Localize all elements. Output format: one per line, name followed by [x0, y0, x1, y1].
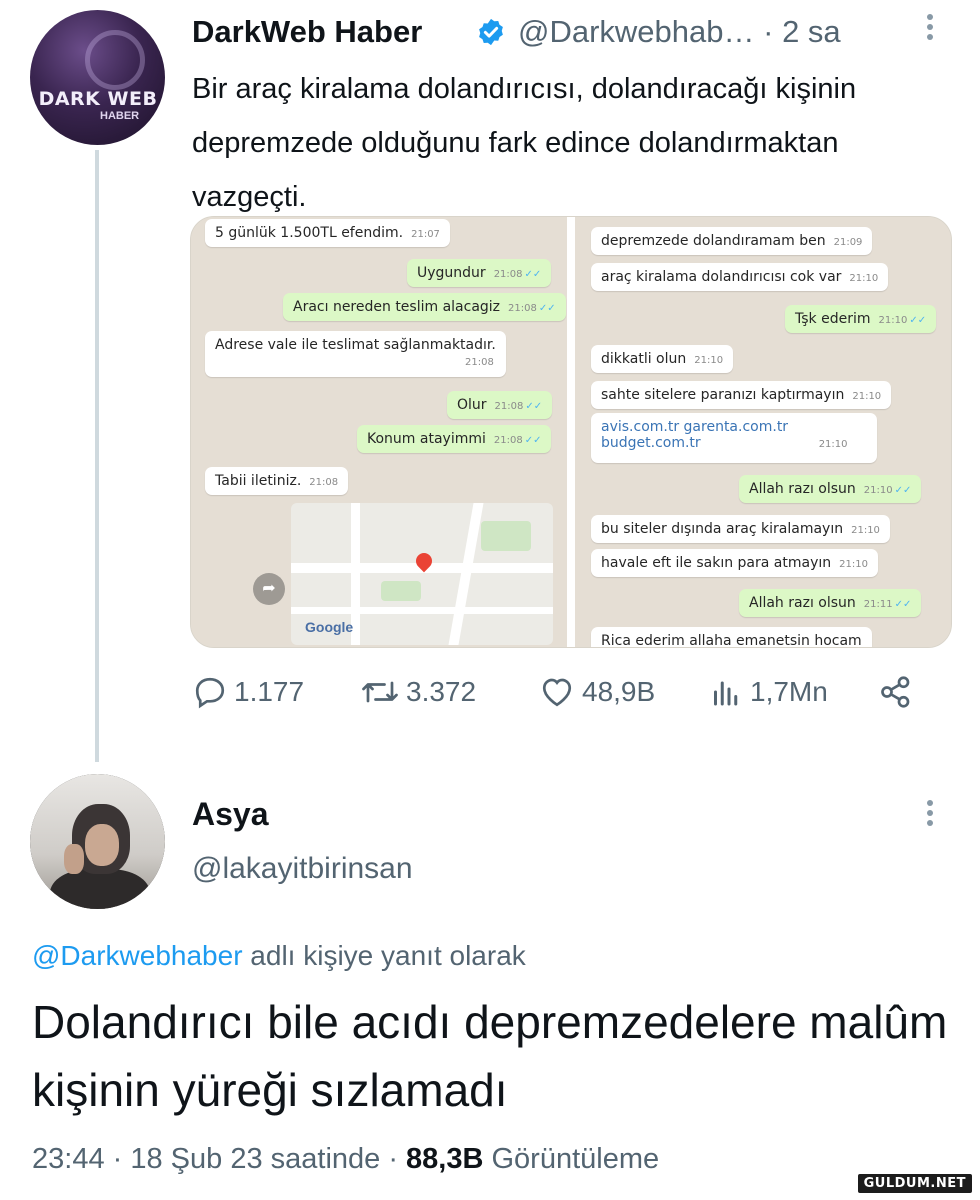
retweet-count: 3.372 — [406, 676, 477, 707]
chat-bubble: Konum atayimmi 21:08 ✓✓ — [357, 425, 552, 453]
tweet-time: · 2 sa — [763, 14, 841, 49]
like-button[interactable]: 48,9B — [538, 674, 655, 710]
chat-bubble-links: avis.com.tr garenta.com.tr budget.com.tr 2… — [591, 413, 877, 463]
chat-screenshot-left: 5 günlük 1.500TL efendim. 21:07 Uygundur 2… — [191, 217, 567, 647]
chat-bubble: araç kiralama dolandırıcısı cok var 21:10 — [591, 263, 889, 291]
tweet-media-image[interactable]: 5 günlük 1.500TL efendim. 21:07 Uygundur 2… — [190, 216, 952, 648]
more-options-icon[interactable] — [924, 14, 936, 44]
tweet-actions-bar: 1.177 3.372 48,9B 1,7Mn — [192, 674, 932, 718]
avatar-logo-mark — [85, 30, 145, 90]
map-provider-label: Google — [305, 619, 354, 635]
reply-text: Dolandırıcı bile acıdı depremzedelere ma… — [32, 996, 948, 1116]
share-icon — [881, 676, 910, 708]
forward-icon: ➦ — [253, 573, 285, 605]
chat-bubble: havale eft ile sakın para atmayın 21:10 — [591, 549, 878, 577]
more-options-icon[interactable] — [924, 800, 936, 830]
retweet-icon — [362, 681, 398, 703]
retweet-button[interactable]: 3.372 — [360, 674, 476, 710]
chat-bubble: Olur 21:08 ✓✓ — [447, 391, 553, 419]
replying-to-mention-link[interactable]: @Darkwebhaber — [32, 940, 243, 971]
tweet-text: Bir araç kiralama dolandırıcısı, dolandı… — [192, 73, 857, 213]
reply-count: 1.177 — [234, 676, 305, 707]
chat-bubble: dikkatli olun 21:10 — [591, 345, 734, 373]
darkweb-avatar[interactable]: DARK WEB HABER — [30, 10, 165, 145]
chat-bubble: Rica ederim allaha emanetsin hocam — [591, 627, 872, 647]
avatar-logo-subtext: HABER — [100, 110, 140, 122]
reply-author-name[interactable]: Asya — [192, 796, 269, 833]
reply-author-handle[interactable]: @lakayitbirinsan — [192, 852, 413, 886]
chat-bubble: Aracı nereden teslim alacagiz 21:08 ✓✓ — [283, 293, 566, 321]
chat-bubble: Allah razı olsun 21:10 ✓✓ — [739, 475, 922, 503]
chat-bubble: 5 günlük 1.500TL efendim. 21:07 — [205, 219, 450, 247]
like-count: 48,9B — [582, 676, 656, 707]
asya-avatar[interactable] — [30, 774, 165, 909]
chat-bubble: Uygundur 21:08 ✓✓ — [407, 259, 552, 287]
reply-meta: 23:44 · 18 Şub 23 saatinde · 88,3B Görün… — [32, 1143, 659, 1176]
views-count: 1,7Mn — [750, 676, 828, 707]
heart-icon — [542, 678, 572, 707]
share-button[interactable] — [878, 674, 920, 710]
chat-bubble: Tşk ederim 21:10 ✓✓ — [785, 305, 937, 333]
tweet-author-name[interactable]: DarkWeb Haber — [192, 14, 422, 50]
reply-icon — [195, 677, 225, 709]
reply-timestamp[interactable]: 23:44 · 18 Şub 23 saatinde · — [32, 1143, 406, 1175]
views-chart-icon — [714, 681, 738, 706]
reply-views-count: 88,3B — [406, 1143, 484, 1175]
chat-bubble: Tabii iletiniz. 21:08 — [205, 467, 349, 495]
avatar-logo-text: DARK WEB — [38, 88, 158, 110]
thread-connector-line — [95, 150, 99, 762]
views-button[interactable]: 1,7Mn — [708, 674, 828, 710]
chat-bubble: sahte sitelere paranızı kaptırmayın 21:10 — [591, 381, 892, 409]
chat-screenshot-right: depremzede dolandıramam ben 21:09 araç ki… — [575, 217, 951, 647]
chat-bubble: depremzede dolandıramam ben 21:09 — [591, 227, 873, 255]
tweet-author-handle[interactable]: @Darkwebhab… · 2 sa — [518, 14, 841, 50]
verified-badge-icon — [479, 18, 503, 46]
replying-to-text: adlı kişiye yanıt olarak — [242, 940, 526, 971]
chat-bubble: bu siteler dışında araç kiralamayın 21:10 — [591, 515, 890, 543]
location-map-thumbnail: Google — [291, 503, 553, 645]
site-watermark: GULDUM.NET — [857, 1174, 972, 1193]
reply-views-label: Görüntüleme — [483, 1143, 660, 1175]
chat-bubble: Allah razı olsun 21:11 ✓✓ — [739, 589, 922, 617]
media-divider — [567, 217, 575, 647]
chat-bubble: Adrese vale ile teslimat sağlanmaktadır.… — [205, 331, 506, 377]
replying-to-line: @Darkwebhaber adlı kişiye yanıt olarak — [32, 940, 526, 972]
reply-button[interactable]: 1.177 — [192, 674, 304, 710]
